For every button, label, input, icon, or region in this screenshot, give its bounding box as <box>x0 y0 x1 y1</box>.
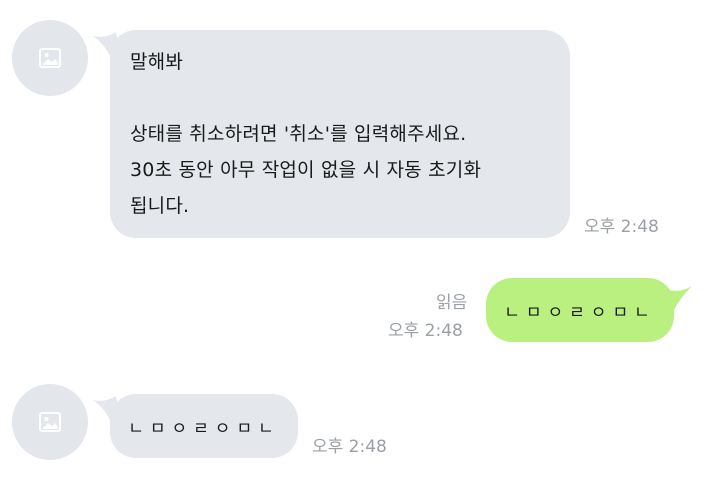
incoming-message-bubble[interactable]: ㄴㅁㅇㄹㅇㅁㄴ <box>110 394 298 458</box>
message-timestamp: 오후 2:48 <box>584 217 659 237</box>
read-receipt: 읽음 <box>436 293 468 313</box>
incoming-message-bubble[interactable]: 말해봐 상태를 취소하려면 '취소'를 입력해주세요. 30초 동안 아무 작업… <box>110 30 570 238</box>
image-placeholder-icon <box>39 48 61 68</box>
message-timestamp: 오후 2:48 <box>312 437 387 457</box>
outgoing-message-bubble[interactable]: ㄴㅁㅇㄹㅇㅁㄴ <box>486 278 674 342</box>
avatar[interactable] <box>12 20 88 96</box>
message-text: ㄴㅁㅇㄹㅇㅁㄴ <box>128 418 280 439</box>
message-text: 말해봐 상태를 취소하려면 '취소'를 입력해주세요. 30초 동안 아무 작업… <box>130 51 482 217</box>
message-text: ㄴㅁㅇㄹㅇㅁㄴ <box>504 302 656 323</box>
message-timestamp: 오후 2:48 <box>388 321 463 341</box>
bubble-tail <box>664 284 692 310</box>
avatar[interactable] <box>12 384 88 460</box>
image-placeholder-icon <box>39 412 61 432</box>
